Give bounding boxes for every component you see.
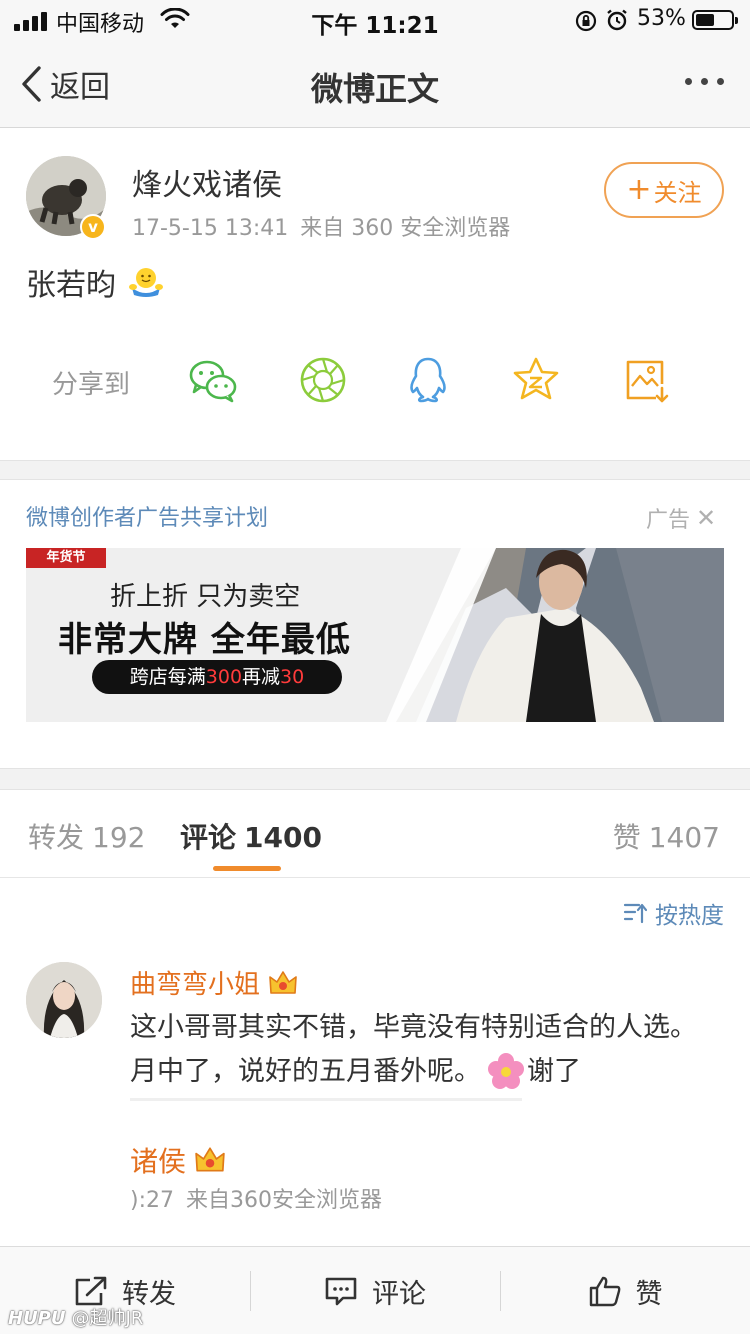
- comment-button[interactable]: 评论: [250, 1247, 500, 1334]
- page-title: 微博正文: [310, 70, 439, 108]
- ad-card: 微博创作者广告共享计划 广告 ✕ 年货节 折上折 只为卖空 非常大牌 全年最低 …: [0, 480, 750, 768]
- tab-repost-count: 192: [92, 821, 146, 854]
- like-label: 赞: [635, 1278, 663, 1310]
- qzone-icon[interactable]: [510, 354, 562, 406]
- section-divider: [0, 460, 750, 480]
- post-author-name[interactable]: 烽火戏诸侯: [132, 160, 282, 204]
- section-divider: [0, 768, 750, 790]
- reply-preview-divider: [130, 1098, 522, 1101]
- verified-badge-icon: v: [80, 214, 106, 240]
- watermark-handle: @超帅JR: [71, 1308, 144, 1329]
- post-text: 张若昀: [26, 268, 116, 303]
- ad-promo-amount: 300: [205, 666, 243, 688]
- sort-label: 按热度: [655, 903, 724, 929]
- nav-bar: 返回 微博正文: [0, 40, 750, 128]
- tab-like-count: 1407: [648, 821, 720, 854]
- ad-banner[interactable]: 年货节 折上折 只为卖空 非常大牌 全年最低 跨店每满300再减30: [26, 548, 724, 722]
- post-content: 张若昀: [26, 260, 164, 304]
- status-bar: 中国移动 下午 11:21 53%: [0, 0, 750, 40]
- more-options-button[interactable]: [685, 78, 724, 85]
- share-label: 分享到: [52, 370, 131, 400]
- commenter-avatar[interactable]: [26, 962, 102, 1038]
- battery-icon: [692, 10, 738, 30]
- post-source: 来自 360 安全浏览器: [300, 216, 511, 241]
- ad-model-photo: [386, 548, 724, 722]
- tab-comment-label: 评论: [180, 821, 237, 854]
- thumbs-up-icon: [589, 1276, 620, 1307]
- watermark-brand: HUPU: [8, 1308, 66, 1329]
- dot-icon: [717, 78, 724, 85]
- tab-comment[interactable]: 评论 1400: [180, 816, 322, 856]
- comment-author-name: 曲弯弯小姐: [130, 970, 261, 1000]
- tab-like-label: 赞: [612, 821, 641, 854]
- ad-badge: 年货节: [26, 548, 106, 568]
- sort-by-hot-button[interactable]: 按热度: [623, 896, 724, 930]
- ad-promo-middle: 再减: [242, 666, 281, 688]
- reply-author[interactable]: 诸侯: [130, 1140, 226, 1180]
- ad-promo-pill: 跨店每满300再减30: [92, 660, 342, 694]
- reply-time: ):27: [130, 1188, 174, 1213]
- post-card: v 烽火戏诸侯 17-5-15 13:41 来自 360 安全浏览器 + 关注 张…: [0, 128, 750, 460]
- rotation-lock-icon: [575, 10, 597, 32]
- hug-emoji-icon: [129, 268, 163, 297]
- ad-promo-prefix: 跨店每满: [129, 666, 206, 688]
- comment-text: 这小哥哥其实不错，毕竟没有特别适合的人选。月中了，说好的五月番外呢。 谢了: [130, 1006, 720, 1094]
- plus-icon: +: [626, 172, 652, 207]
- feedback-tabs: 转发 192 评论 1400 赞 1407: [0, 790, 750, 878]
- alarm-icon: [607, 9, 627, 31]
- ad-tag-text: 广告: [646, 508, 691, 533]
- moments-icon[interactable]: [297, 354, 349, 406]
- reply-meta: ):27 来自360安全浏览器: [130, 1182, 382, 1214]
- dot-icon: [701, 78, 708, 85]
- flower-emoji-icon: [488, 1052, 524, 1089]
- follow-button[interactable]: + 关注: [604, 162, 724, 218]
- comment-body-end: 谢了: [527, 1056, 581, 1087]
- comment-list: 按热度 曲弯弯小姐 这小哥哥其实不错，毕竟没有特别适合的人选。月中了，说好的五月…: [0, 878, 750, 1246]
- tab-repost-label: 转发: [28, 821, 85, 854]
- crown-badge-icon: [269, 970, 297, 994]
- crown-badge-icon: [195, 1147, 225, 1172]
- ad-program-link[interactable]: 微博创作者广告共享计划: [26, 500, 268, 532]
- ad-label: 广告 ✕: [646, 502, 716, 534]
- sort-icon: [623, 903, 647, 924]
- qq-icon[interactable]: [402, 354, 454, 406]
- dot-icon: [685, 78, 692, 85]
- repost-icon: [75, 1276, 107, 1306]
- ad-slogan: 非常大牌 全年最低: [58, 620, 351, 660]
- ad-headline: 折上折 只为卖空: [110, 582, 301, 612]
- like-button[interactable]: 赞: [500, 1247, 750, 1334]
- save-image-icon[interactable]: [620, 354, 672, 406]
- comment-author[interactable]: 曲弯弯小姐: [130, 964, 298, 1001]
- tab-repost[interactable]: 转发 192: [28, 816, 145, 856]
- ad-promo-discount: 30: [280, 666, 305, 688]
- active-tab-indicator: [213, 866, 281, 871]
- comment-icon: [325, 1277, 357, 1306]
- reply-source: 来自360安全浏览器: [186, 1188, 382, 1213]
- watermark: HUPU @超帅JR: [8, 1304, 143, 1330]
- tab-like[interactable]: 赞 1407: [613, 816, 720, 856]
- close-icon[interactable]: ✕: [696, 504, 716, 532]
- battery-percent: 53%: [637, 6, 686, 31]
- tab-comment-count: 1400: [244, 821, 322, 854]
- post-date: 17-5-15 13:41: [132, 216, 289, 241]
- comment-body: 这小哥哥其实不错，毕竟没有特别适合的人选。月中了，说好的五月番外呢。: [130, 1012, 697, 1087]
- follow-label: 关注: [653, 178, 702, 207]
- post-meta: 17-5-15 13:41 来自 360 安全浏览器: [132, 210, 510, 242]
- wechat-icon[interactable]: [187, 354, 239, 406]
- reply-author-name: 诸侯: [130, 1145, 187, 1178]
- comment-label: 评论: [372, 1278, 426, 1310]
